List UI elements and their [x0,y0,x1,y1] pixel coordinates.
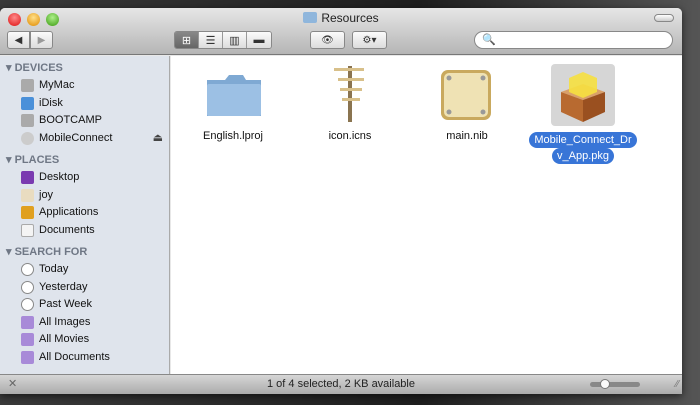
file-item-main-nib[interactable]: main.nib [412,64,522,142]
sidebar-header-search-for[interactable]: ▾ SEARCH FOR [0,243,169,261]
clock-icon [21,298,34,312]
sidebar-item-all-images[interactable]: All Images [0,314,169,332]
sidebar: ▾ DEVICES MyMac iDisk BOOTCAMP MobileCon… [0,56,170,374]
status-text: 1 of 4 selected, 2 KB available [267,378,415,390]
file-item-icon-icns[interactable]: icon.icns [295,64,405,142]
hard-drive-icon [21,79,34,93]
sidebar-header-places[interactable]: ▾ PLACES [0,151,169,169]
desktop-icon [21,171,34,185]
sidebar-item-all-documents[interactable]: All Documents [0,349,169,367]
idisk-icon [21,96,34,110]
sidebar-item-yesterday[interactable]: Yesterday [0,279,169,297]
column-view-button[interactable]: ▥ [223,32,247,48]
smart-folder-icon [21,350,34,364]
sidebar-item-mobileconnect[interactable]: MobileConnect ⏏ [0,130,169,148]
nib-file-icon [435,64,499,124]
sidebar-item-desktop[interactable]: Desktop [0,169,169,187]
eject-icon[interactable]: ⏏ [153,130,163,148]
list-view-button[interactable]: ☰ [199,32,223,48]
slider-thumb[interactable] [600,379,610,389]
disc-icon [21,131,34,145]
sidebar-item-bootcamp[interactable]: BOOTCAMP [0,112,169,130]
sidebar-item-all-movies[interactable]: All Movies [0,331,169,349]
toolbar-toggle-button[interactable] [654,14,674,22]
sidebar-item-joy[interactable]: joy [0,187,169,205]
search-field[interactable]: 🔍 [474,31,673,49]
icon-view-button[interactable]: ⊞ [175,32,199,48]
applications-icon [21,206,34,220]
icon-size-slider[interactable] [590,379,640,389]
sidebar-item-applications[interactable]: Applications [0,204,169,222]
pin-icon: ✕ [8,378,18,390]
clock-icon [21,280,34,294]
sidebar-item-mymac[interactable]: MyMac [0,77,169,95]
sidebar-item-past-week[interactable]: Past Week [0,296,169,314]
search-icon: 🔍 [482,34,496,46]
sidebar-item-documents[interactable]: Documents [0,222,169,240]
home-icon [21,188,34,202]
file-item-mobile-connect-pkg[interactable]: Mobile_Connect_Dr v_App.pkg [523,64,643,164]
sidebar-item-today[interactable]: Today [0,261,169,279]
coverflow-view-button[interactable]: ▬ [247,32,271,48]
toolbar: Resources ◀ ▶ ⊞ ☰ ▥ ▬ 👁 ⚙▾ 🔍 [0,8,682,55]
window-title: Resources [0,11,682,25]
back-button[interactable]: ◀ [7,31,30,49]
hard-drive-icon [21,114,34,128]
file-item-english-lproj[interactable]: English.lproj [178,64,288,142]
smart-folder-icon [21,315,34,329]
clock-icon [21,263,34,277]
status-bar: ✕ 1 of 4 selected, 2 KB available ⁄⁄ [0,374,682,394]
sidebar-header-devices[interactable]: ▾ DEVICES [0,59,169,77]
sidebar-item-idisk[interactable]: iDisk [0,95,169,113]
document-icon [21,223,34,237]
view-switcher: ⊞ ☰ ▥ ▬ [174,31,272,49]
resize-grip-icon[interactable]: ⁄⁄ [676,375,679,394]
folder-icon [201,64,265,124]
forward-button[interactable]: ▶ [30,31,53,49]
file-browser: English.lproj icon.icns main.nib Mobile_… [171,56,682,374]
smart-folder-icon [21,333,34,347]
action-menu-button[interactable]: ⚙▾ [352,31,387,49]
icns-file-icon [318,64,382,124]
finder-window: Resources ◀ ▶ ⊞ ☰ ▥ ▬ 👁 ⚙▾ 🔍 ▾ DEVICES M… [0,8,682,394]
folder-icon [303,12,318,23]
package-icon [551,64,615,126]
quick-look-button[interactable]: 👁 [310,31,345,49]
